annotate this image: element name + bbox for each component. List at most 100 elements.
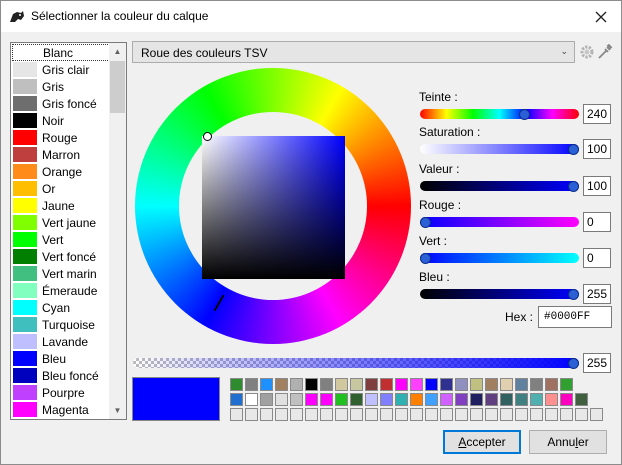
sv-cursor[interactable] (203, 132, 212, 141)
palette-swatch[interactable] (410, 408, 423, 421)
palette-swatch[interactable] (530, 393, 543, 406)
slider-track-red[interactable] (420, 217, 579, 227)
palette-swatch[interactable] (455, 408, 468, 421)
alpha-value-field[interactable]: 255 (583, 353, 611, 373)
palette-swatch[interactable] (260, 393, 273, 406)
list-item[interactable]: Magenta (12, 401, 110, 418)
list-item[interactable]: Rouge (12, 129, 110, 146)
scroll-down-icon[interactable]: ▼ (109, 402, 126, 419)
slider-track-blue[interactable] (420, 289, 579, 299)
palette-swatch[interactable] (425, 408, 438, 421)
palette-swatch[interactable] (575, 393, 588, 406)
palette-swatch[interactable] (470, 408, 483, 421)
palette-swatch[interactable] (365, 378, 378, 391)
palette-swatch[interactable] (350, 378, 363, 391)
palette-swatch[interactable] (290, 378, 303, 391)
slider-value-value[interactable]: 100 (583, 176, 611, 196)
list-item[interactable]: Turquoise (12, 316, 110, 333)
palette-swatch[interactable] (380, 393, 393, 406)
palette-swatch[interactable] (440, 393, 453, 406)
palette-swatch[interactable] (515, 378, 528, 391)
palette-swatch[interactable] (485, 408, 498, 421)
color-name-list[interactable]: Magenta Pourpre Bleu foncé Bleu Lavande Turqu… (10, 42, 127, 420)
palette-swatch[interactable] (245, 393, 258, 406)
palette-swatch[interactable] (545, 393, 558, 406)
palette-swatch[interactable] (305, 393, 318, 406)
list-item[interactable]: Pourpre (12, 384, 110, 401)
palette-swatch[interactable] (515, 408, 528, 421)
palette-swatch[interactable] (560, 378, 573, 391)
palette-swatch[interactable] (290, 393, 303, 406)
list-item[interactable]: Gris foncé (12, 95, 110, 112)
palette-swatch[interactable] (590, 408, 603, 421)
palette-swatch[interactable] (395, 408, 408, 421)
palette-swatch[interactable] (545, 408, 558, 421)
palette-swatch[interactable] (350, 408, 363, 421)
palette-swatch[interactable] (305, 378, 318, 391)
hex-input[interactable]: #0000FF (538, 306, 612, 328)
palette-swatch[interactable] (530, 378, 543, 391)
slider-value-hue[interactable]: 240 (583, 104, 611, 124)
palette-swatch[interactable] (410, 393, 423, 406)
palette-swatch[interactable] (335, 408, 348, 421)
palette-swatch[interactable] (275, 408, 288, 421)
list-item[interactable]: Vert (12, 231, 110, 248)
palette-swatch[interactable] (230, 408, 243, 421)
palette-swatch[interactable] (335, 378, 348, 391)
list-item[interactable]: Cyan (12, 299, 110, 316)
slider-thumb-blue[interactable] (568, 288, 579, 300)
eyedropper-icon[interactable] (597, 43, 613, 60)
palette-swatch[interactable] (230, 393, 243, 406)
palette-swatch[interactable] (425, 378, 438, 391)
palette-swatch[interactable] (425, 393, 438, 406)
scroll-up-icon[interactable]: ▲ (109, 43, 126, 60)
palette-swatch[interactable] (470, 378, 483, 391)
palette-swatch[interactable] (275, 378, 288, 391)
palette-swatch[interactable] (245, 408, 258, 421)
list-item[interactable]: Orange (12, 163, 110, 180)
list-item[interactable]: Noir (12, 112, 110, 129)
slider-thumb-red[interactable] (420, 216, 431, 228)
list-item[interactable]: Vert foncé (12, 248, 110, 265)
slider-track-value[interactable] (420, 181, 579, 191)
palette-swatch[interactable] (245, 378, 258, 391)
palette-swatch[interactable] (500, 408, 513, 421)
palette-swatch[interactable] (275, 393, 288, 406)
palette-swatch[interactable] (530, 408, 543, 421)
hsv-wheel[interactable] (135, 68, 411, 344)
list-scrollbar[interactable]: ▲ ▼ (109, 43, 126, 419)
list-item[interactable]: Lavande (12, 333, 110, 350)
gear-icon[interactable] (579, 44, 595, 60)
palette-swatch[interactable] (485, 378, 498, 391)
palette-swatch[interactable] (560, 393, 573, 406)
slider-track-hue[interactable] (420, 109, 579, 119)
slider-value-green[interactable]: 0 (583, 248, 611, 268)
palette-swatch[interactable] (305, 408, 318, 421)
list-item[interactable]: Blanc (12, 44, 110, 61)
slider-thumb-saturation[interactable] (568, 143, 579, 155)
saturation-value-square[interactable] (202, 136, 345, 279)
palette-swatch[interactable] (395, 378, 408, 391)
list-item[interactable]: Vert marin (12, 265, 110, 282)
palette-swatch[interactable] (350, 393, 363, 406)
palette-swatch[interactable] (320, 408, 333, 421)
slider-thumb-value[interactable] (568, 180, 579, 192)
palette-swatch[interactable] (260, 408, 273, 421)
list-item[interactable]: Émeraude (12, 282, 110, 299)
list-item[interactable]: Or (12, 180, 110, 197)
palette-swatch[interactable] (380, 408, 393, 421)
slider-track-green[interactable] (420, 253, 579, 263)
palette-swatch[interactable] (410, 378, 423, 391)
palette-swatch[interactable] (260, 378, 273, 391)
scroll-thumb[interactable] (110, 61, 125, 113)
alpha-slider-track[interactable] (133, 358, 579, 368)
palette-swatch[interactable] (575, 408, 588, 421)
palette-swatch[interactable] (440, 378, 453, 391)
slider-thumb-green[interactable] (420, 252, 431, 264)
alpha-slider-thumb[interactable] (568, 357, 579, 369)
list-item[interactable]: Bleu (12, 350, 110, 367)
palette-swatch[interactable] (320, 393, 333, 406)
slider-value-blue[interactable]: 255 (583, 284, 611, 304)
palette-swatch[interactable] (335, 393, 348, 406)
palette-swatch[interactable] (470, 393, 483, 406)
